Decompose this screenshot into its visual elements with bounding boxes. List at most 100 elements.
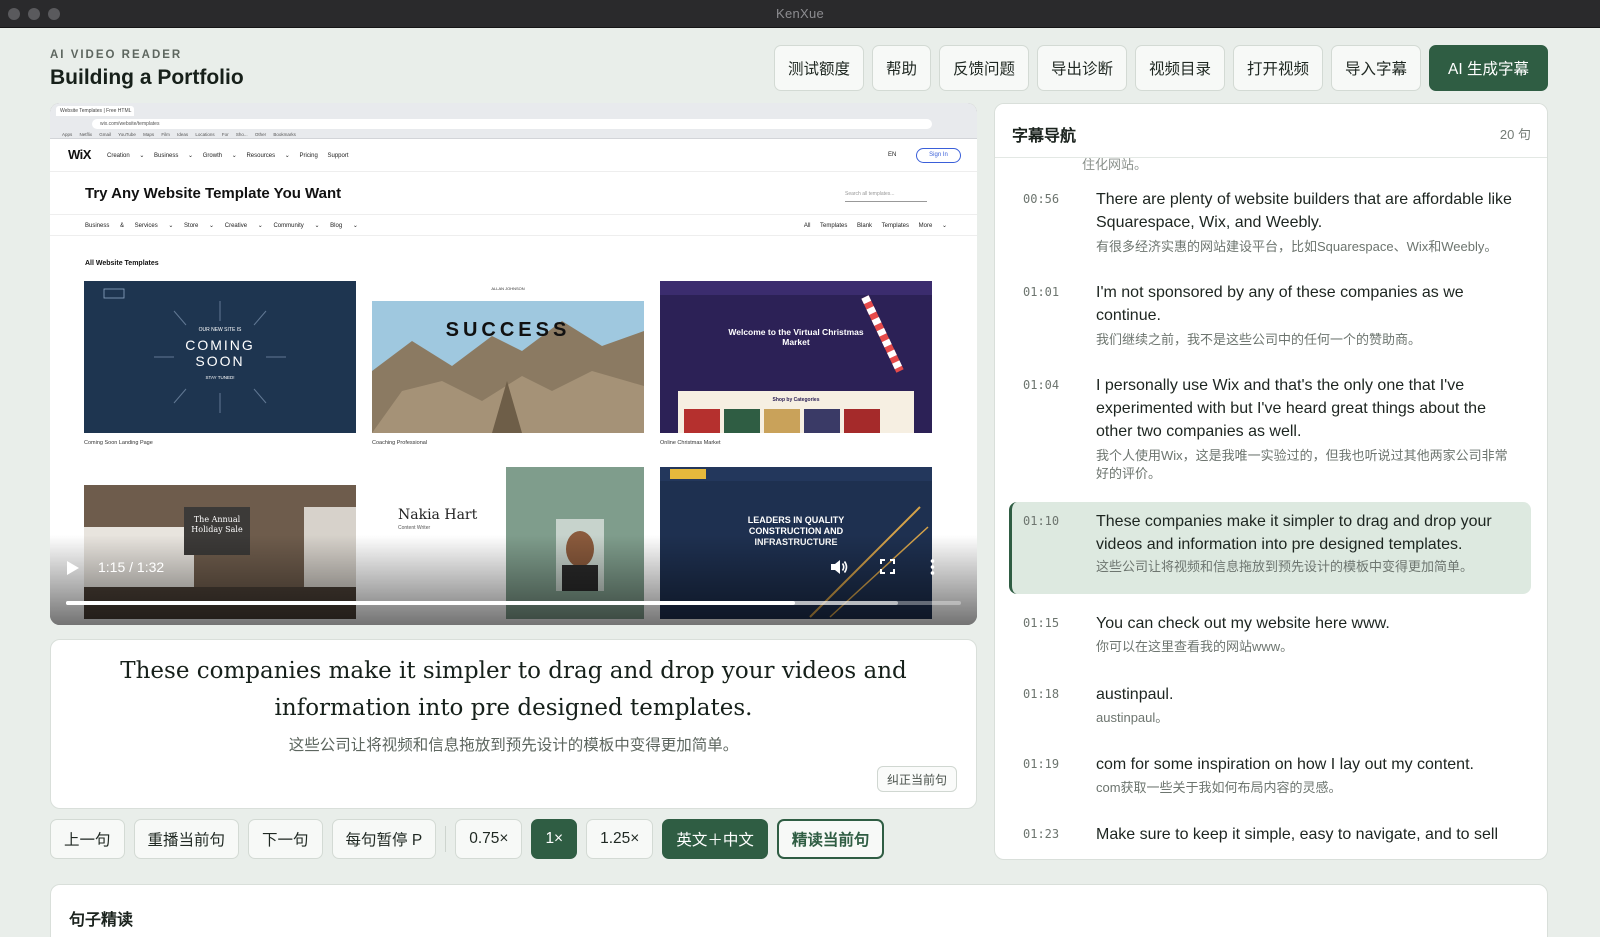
- frame-template-art: [372, 301, 644, 433]
- frame-site-logo: WiX: [68, 147, 91, 162]
- frame-template-text: Welcome to the Virtual Christmas Market: [728, 327, 864, 347]
- frame-site-nav: WiX Creation ⌄ Business ⌄ Growth ⌄ Resou…: [50, 139, 977, 172]
- speed-0.75-button[interactable]: 0.75×: [455, 819, 523, 859]
- video-progress-fill: [66, 601, 796, 605]
- frame-template-sub: OUR NEW SITE IS: [198, 327, 242, 333]
- frame-template-sub: Shop by Categories: [772, 397, 820, 403]
- replay-sentence-button[interactable]: 重播当前句: [133, 819, 240, 859]
- frame-url-bar: wix.com/website/templates: [92, 119, 932, 129]
- subtitle-english: You can check out my website here www.: [1096, 615, 1390, 632]
- subtitle-time: 01:23: [1023, 827, 1060, 841]
- top-toolbar: 测试额度 帮助 反馈问题 导出诊断 视频目录 打开视频 导入字幕 AI 生成字幕: [773, 45, 1548, 91]
- subtitle-english: Make sure to keep it simple, easy to nav…: [1096, 826, 1498, 843]
- subtitle-time: 01:18: [1023, 687, 1060, 701]
- close-read-button[interactable]: 精读当前句: [776, 819, 885, 859]
- frame-template-card: ALLAN JOHNSON SUCCESS: [372, 281, 644, 433]
- subtitle-list[interactable]: 住化网站。 00:56 There are plenty of website …: [995, 158, 1547, 859]
- frame-template-sub: ALLAN JOHNSON: [491, 286, 525, 291]
- frame-template-text: SUCCESS: [445, 319, 571, 341]
- frame-site-signin: Sign In: [916, 148, 961, 163]
- frame-template-text: The Annual Holiday Sale: [191, 515, 243, 534]
- current-caption-chinese: 这些公司让将视频和信息拖放到预先设计的模板中变得更加简单。: [288, 737, 739, 754]
- frame-template-caption: Coaching Professional: [372, 440, 428, 446]
- frame-site-links: Creation ⌄ Business ⌄ Growth ⌄ Resources…: [107, 153, 349, 159]
- video-time: 1:15 / 1:32: [98, 559, 165, 575]
- window-title: KenXue: [775, 6, 825, 21]
- speed-1.25-button[interactable]: 1.25×: [586, 819, 654, 859]
- subtitle-english: I'm not sponsored by any of these compan…: [1096, 284, 1464, 324]
- frame-browser-tab: Website Templates | Free HTML: [56, 106, 134, 116]
- subtitle-item[interactable]: 01:19 com for some inspiration on how I …: [1009, 745, 1531, 815]
- subtitle-chinese: com获取一些关于我如何布局内容的灵感。: [1096, 780, 1342, 795]
- subtitle-navigation-title: 字幕导航: [1012, 128, 1077, 145]
- subtitle-time: 01:01: [1023, 285, 1060, 299]
- previous-sentence-button[interactable]: 上一句: [50, 819, 125, 859]
- subtitle-item-active[interactable]: 01:10 These companies make it simpler to…: [1009, 502, 1531, 594]
- frame-template-card: Welcome to the Virtual Christmas Market …: [660, 281, 932, 433]
- subtitle-chinese: 有很多经济实惠的网站建设平台，比如Squarespace、Wix和Weebly。: [1096, 239, 1498, 254]
- current-caption-english: These companies make it simpler to drag …: [120, 658, 907, 721]
- frame-template-card: OUR NEW SITE IS COMING SOON STAY TUNED!: [84, 281, 356, 433]
- volume-icon[interactable]: [831, 559, 849, 580]
- playback-controls: 上一句 重播当前句 下一句 每句暂停 P 0.75× 1× 1.25× 英文＋中…: [50, 819, 893, 859]
- feedback-button[interactable]: 反馈问题: [938, 45, 1029, 91]
- frame-bookmarks: Apps Netflix Gmail YouTube Maps Film Ide…: [62, 132, 296, 137]
- window-titlebar: KenXue: [0, 0, 1600, 28]
- frame-template-caption: Coming Soon Landing Page: [84, 440, 153, 446]
- video-progress-bar[interactable]: [66, 601, 961, 605]
- subtitle-navigation-header: 字幕导航 20 句: [995, 104, 1547, 158]
- subtitle-item[interactable]: 01:15 You can check out my website here …: [1009, 604, 1531, 674]
- import-subtitles-button[interactable]: 导入字幕: [1331, 45, 1422, 91]
- more-vertical-icon[interactable]: [930, 559, 935, 580]
- subtitle-chinese: 我个人使用Wix，这是我唯一实验过的，但我也听说过其他两家公司非常好的评价。: [1096, 448, 1508, 481]
- frame-template-foot: STAY TUNED!: [205, 375, 235, 380]
- subtitle-count: 20 句: [1499, 127, 1531, 142]
- subtitle-navigation-panel: 字幕导航 20 句 住化网站。 00:56 There are plenty o…: [994, 103, 1548, 860]
- open-video-button[interactable]: 打开视频: [1233, 45, 1324, 91]
- sentence-detail-panel: 句子精读: [50, 884, 1548, 937]
- subtitle-item[interactable]: 01:04 I personally use Wix and that's th…: [1009, 366, 1531, 490]
- subtitle-english: These companies make it simpler to drag …: [1096, 513, 1492, 553]
- fullscreen-icon[interactable]: [880, 559, 895, 579]
- frame-browser-bar: Website Templates | Free HTML wix.com/we…: [50, 103, 977, 139]
- subtitle-time: 01:15: [1023, 616, 1060, 630]
- video-player[interactable]: Website Templates | Free HTML wix.com/we…: [50, 103, 977, 625]
- controls-divider: [445, 826, 447, 852]
- ai-generate-subtitles-button[interactable]: AI 生成字幕: [1429, 45, 1548, 91]
- page-title: Building a Portfolio: [50, 66, 244, 89]
- frame-categories-right: All Templates Blank Templates More ⌄: [803, 223, 947, 229]
- next-sentence-button[interactable]: 下一句: [248, 819, 323, 859]
- subtitle-item[interactable]: 01:18 austinpaul. austinpaul。: [1009, 675, 1531, 745]
- video-directory-button[interactable]: 视频目录: [1135, 45, 1226, 91]
- subtitle-chinese: 你可以在这里查看我的网站www。: [1096, 639, 1294, 654]
- video-controls-gradient: [50, 535, 977, 625]
- language-mode-button[interactable]: 英文＋中文: [662, 819, 768, 859]
- frame-section-title: All Website Templates: [85, 260, 159, 267]
- subtitle-english: com for some inspiration on how I lay ou…: [1096, 756, 1474, 773]
- frame-template-sub: Content Writer: [398, 525, 431, 531]
- subtitle-item[interactable]: 00:56 There are plenty of website builde…: [1009, 180, 1531, 273]
- test-quota-button[interactable]: 测试额度: [773, 45, 864, 91]
- subtitle-chinese: 我们继续之前，我不是这些公司中的任何一个的赞助商。: [1096, 332, 1422, 347]
- fix-current-sentence-button[interactable]: 纠正当前句: [876, 766, 957, 792]
- subtitle-english: There are plenty of website builders tha…: [1096, 191, 1512, 231]
- subtitle-item[interactable]: 01:23 Make sure to keep it simple, easy …: [1009, 815, 1531, 859]
- frame-categories-left: Business & Services ⌄ Store ⌄ Creative ⌄…: [85, 223, 358, 229]
- subtitle-time: 00:56: [1023, 192, 1060, 206]
- subtitle-item[interactable]: 01:01 I'm not sponsored by any of these …: [1009, 273, 1531, 366]
- speed-1-button[interactable]: 1×: [531, 819, 578, 859]
- frame-template-text: Nakia Hart: [398, 507, 478, 523]
- help-button[interactable]: 帮助: [871, 45, 931, 91]
- current-caption-panel: These companies make it simpler to drag …: [50, 639, 977, 809]
- frame-category-bar: Business & Services ⌄ Store ⌄ Creative ⌄…: [50, 214, 977, 236]
- subtitle-time: 01:19: [1023, 757, 1060, 771]
- sentence-detail-title: 句子精读: [69, 912, 134, 929]
- pause-each-sentence-button[interactable]: 每句暂停 P: [331, 819, 437, 859]
- subtitle-time: 01:04: [1023, 378, 1060, 392]
- brand-kicker: AI VIDEO READER: [50, 49, 183, 61]
- subtitle-chinese: austinpaul。: [1096, 710, 1169, 725]
- subtitle-chinese: 这些公司让将视频和信息拖放到预先设计的模板中变得更加简单。: [1096, 559, 1474, 574]
- subtitle-partial-line: 住化网站。: [1082, 158, 1148, 172]
- play-icon[interactable]: [67, 561, 79, 580]
- export-diagnostics-button[interactable]: 导出诊断: [1036, 45, 1127, 91]
